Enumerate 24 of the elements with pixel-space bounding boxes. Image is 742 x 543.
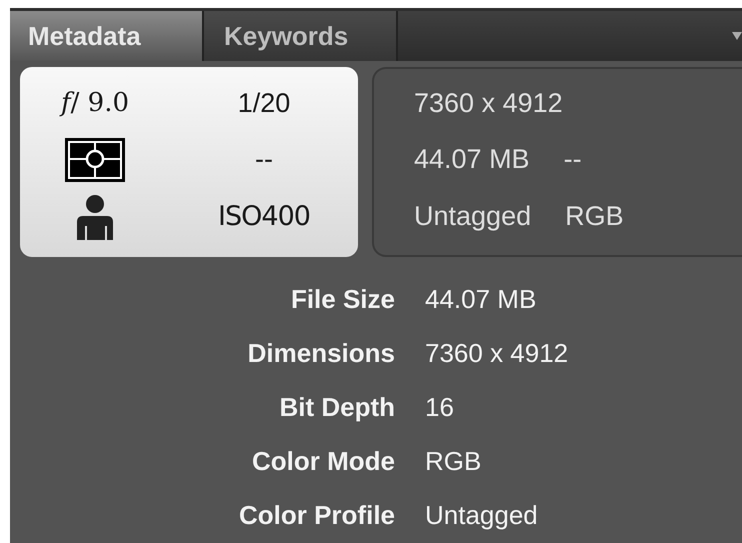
person-icon (74, 194, 116, 240)
summary-value: -- (564, 144, 582, 176)
dimensions-summary: 7360 x 4912 (414, 88, 563, 119)
iso-value: ISO400 (218, 201, 310, 232)
tab[interactable]: Keywords (204, 11, 398, 61)
field-label: Dimensions (248, 337, 395, 370)
file-size-summary: 44.07 MB (414, 144, 530, 176)
dropdown-caret-icon[interactable] (732, 32, 742, 40)
field-label: Color Profile (238, 499, 395, 532)
color-mode-summary: RGB (565, 201, 624, 232)
tab[interactable]: Metadata (10, 11, 204, 61)
metering-icon (64, 136, 126, 183)
field-label: File Size (290, 283, 395, 316)
field-value: 7360 x 4912 (425, 337, 570, 370)
aperture-value: f/ 9.0 (61, 88, 129, 118)
field-value: Untagged (425, 499, 539, 532)
field-value: 16 (425, 391, 455, 424)
field-label: Color Mode (252, 445, 395, 478)
color-profile-summary: Untagged (414, 201, 532, 232)
metering-value: -- (255, 144, 273, 176)
field-value: RGB (425, 445, 482, 478)
field-label: Bit Depth (279, 391, 395, 424)
shutter-speed-value: 1/20 (238, 88, 290, 119)
field-value: 44.07 MB (425, 283, 538, 316)
